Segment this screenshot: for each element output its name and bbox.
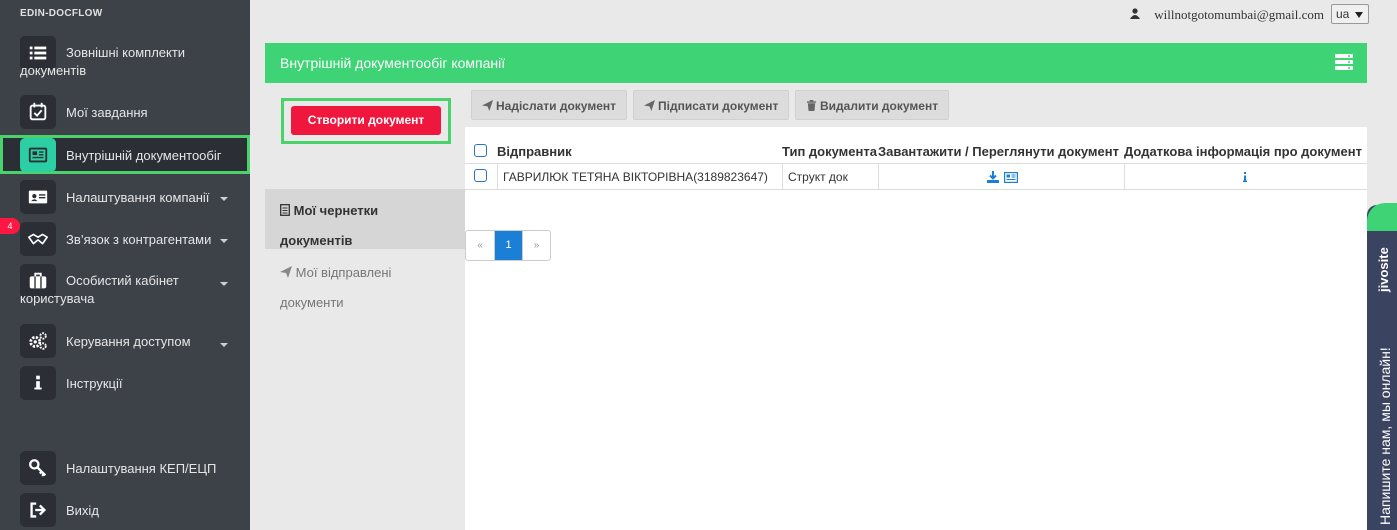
- language-value: ua: [1336, 7, 1350, 21]
- handshake-icon: [20, 222, 56, 256]
- view-document-icon[interactable]: [1004, 172, 1018, 183]
- page-title: Внутрішній документообіг компанії: [280, 55, 506, 71]
- column-header-download: Завантажити / Переглянути документ: [878, 144, 1119, 159]
- pagination-page[interactable]: 1: [494, 231, 522, 260]
- user-icon: [1130, 8, 1140, 19]
- user-email[interactable]: willnotgotomumbai@gmail.com: [1154, 7, 1324, 23]
- folder-drafts-label: Мої чернетки документів: [280, 203, 379, 248]
- sidebar-item-label: Мої завдання: [66, 105, 148, 120]
- main-panel: Внутрішній документообіг компанії Створи…: [265, 43, 1367, 530]
- cell-type: Структ док: [782, 164, 878, 190]
- pagination: « 1 »: [465, 230, 551, 261]
- sidebar-item-kep-settings[interactable]: Налаштування КЕП/ЕЦП: [0, 451, 250, 485]
- sidebar-item-label: Особистий кабінет: [66, 273, 179, 288]
- sidebar-item-label: Зв’язок з контрагентами: [66, 232, 212, 247]
- chat-widget-label[interactable]: Напишите нам, мы онлайн!: [1377, 347, 1393, 525]
- sidebar-item-label: Вихід: [66, 503, 99, 518]
- paper-plane-icon: [482, 100, 493, 111]
- download-icon[interactable]: [987, 171, 999, 183]
- newspaper-icon: [20, 138, 56, 172]
- top-bar: willnotgotomumbai@gmail.com ua: [250, 0, 1397, 28]
- sidebar-item-label: Інструкції: [66, 376, 123, 391]
- cogs-icon: [20, 324, 56, 358]
- folder-drafts[interactable]: Мої чернетки документів: [265, 189, 465, 249]
- id-card-icon: [20, 180, 56, 214]
- cell-info: [1124, 164, 1367, 190]
- jivosite-logo: jivosite: [1376, 247, 1391, 292]
- key-icon: [20, 451, 56, 485]
- column-header-sender: Відправник: [497, 144, 572, 159]
- chevron-down-icon: [220, 343, 228, 347]
- column-header-type: Тип документа: [782, 144, 877, 159]
- info-icon[interactable]: [1243, 172, 1247, 182]
- cell-sender: ГАВРИЛЮК ТЕТЯНА ВІКТОРІВНА(3189823647): [497, 164, 783, 190]
- sign-document-button[interactable]: Підписати документ: [633, 90, 790, 120]
- sidebar-item-label-line2: документів: [20, 63, 87, 78]
- chevron-down-icon: [220, 197, 228, 201]
- sidebar-item-my-tasks[interactable]: Мої завдання: [0, 95, 250, 129]
- pagination-next[interactable]: »: [522, 231, 550, 260]
- server-menu-icon[interactable]: [1335, 54, 1353, 70]
- row-checkbox[interactable]: [474, 169, 487, 182]
- sidebar: EDIN-DOCFLOW Зовнішні комплекти документ…: [0, 0, 250, 530]
- calendar-check-icon: [20, 95, 56, 129]
- folder-column: Створити документ Мої чернетки документі…: [265, 83, 465, 530]
- document-toolbar: Надіслати документ Підписати документ Ви…: [465, 83, 1367, 127]
- sidebar-item-access-control[interactable]: Керування доступом: [0, 324, 250, 358]
- info-icon: [20, 366, 56, 400]
- language-select[interactable]: ua: [1331, 4, 1369, 24]
- jivosite-leaf-icon: [1367, 203, 1397, 231]
- paper-plane-icon: [644, 100, 655, 111]
- sidebar-item-internal-docflow[interactable]: Внутрішній документообіг: [0, 135, 250, 174]
- folder-sent-label: Мої відправлені документи: [280, 265, 392, 310]
- file-text-icon: [280, 204, 290, 216]
- panel-header: Внутрішній документообіг компанії: [265, 43, 1367, 83]
- sign-out-icon: [20, 493, 56, 527]
- sidebar-item-label: Налаштування КЕП/ЕЦП: [66, 461, 217, 476]
- sidebar-item-logout[interactable]: Вихід: [0, 493, 250, 527]
- create-button-highlight: Створити документ: [281, 98, 451, 144]
- cell-download: [878, 164, 1124, 190]
- sidebar-item-label: Налаштування компанії: [66, 190, 210, 205]
- chevron-down-icon: [220, 239, 228, 243]
- delete-document-button[interactable]: Видалити документ: [795, 90, 950, 120]
- sidebar-item-external-sets[interactable]: Зовнішні комплекти документів: [0, 36, 250, 82]
- chevron-down-icon: [220, 282, 228, 286]
- send-document-button[interactable]: Надіслати документ: [471, 90, 627, 120]
- sidebar-item-label-line2: користувача: [20, 291, 95, 306]
- sidebar-item-counterparties[interactable]: Зв’язок з контрагентами: [0, 222, 250, 256]
- sidebar-item-instructions[interactable]: Інструкції: [0, 366, 250, 400]
- notification-badge: 4: [0, 218, 20, 234]
- paper-plane-icon: [280, 266, 292, 278]
- sidebar-item-label: Керування доступом: [66, 334, 191, 349]
- sidebar-item-label: Зовнішні комплекти: [66, 45, 186, 60]
- select-all-checkbox[interactable]: [474, 144, 487, 157]
- brand-logo: EDIN-DOCFLOW: [20, 8, 103, 19]
- dropdown-arrow-icon: [1355, 12, 1363, 18]
- table-row[interactable]: ГАВРИЛЮК ТЕТЯНА ВІКТОРІВНА(3189823647) С…: [465, 163, 1367, 190]
- create-document-button[interactable]: Створити документ: [291, 106, 441, 135]
- sidebar-item-label: Внутрішній документообіг: [66, 148, 222, 163]
- folder-sent[interactable]: Мої відправлені документи: [265, 251, 465, 311]
- column-header-info: Додаткова інформація про документ: [1124, 144, 1362, 159]
- trash-icon: [806, 100, 817, 111]
- sidebar-item-company-settings[interactable]: Налаштування компанії: [0, 180, 250, 214]
- pagination-prev[interactable]: «: [466, 231, 494, 260]
- sidebar-item-personal-cabinet[interactable]: Особистий кабінет користувача: [0, 264, 250, 310]
